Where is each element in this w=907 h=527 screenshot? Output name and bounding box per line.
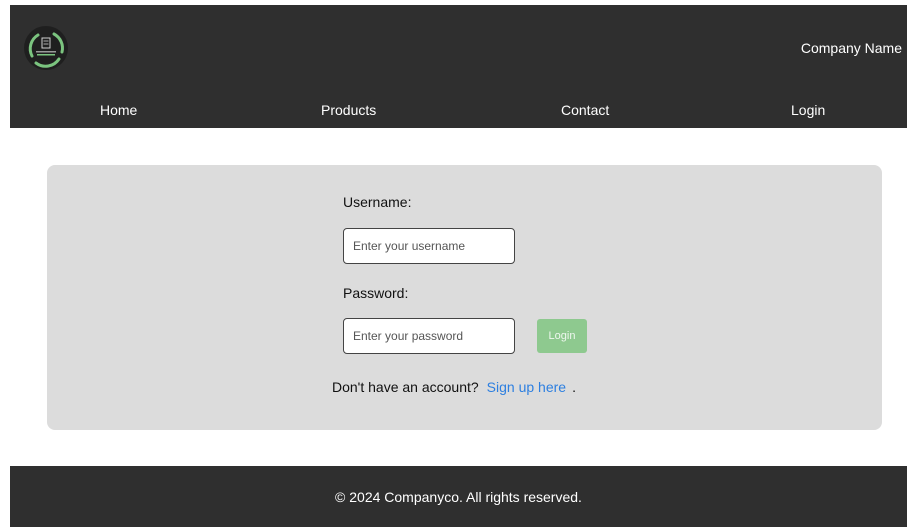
footer-copyright: © 2024 Companyco. All rights reserved. [335, 489, 582, 505]
nav-login-link[interactable]: Login [791, 102, 825, 118]
page: Company Name Home Products Contact Login… [0, 0, 907, 527]
nav-home-link[interactable]: Home [100, 102, 137, 118]
nav-contact-link[interactable]: Contact [561, 102, 609, 118]
login-button[interactable]: Login [537, 319, 587, 353]
login-panel: Username: Password: Login Don't have an … [47, 165, 882, 430]
company-name: Company Name [800, 40, 902, 56]
signup-suffix: . [572, 379, 576, 395]
site-footer: © 2024 Companyco. All rights reserved. [10, 466, 907, 527]
main-nav: Home Products Contact Login [10, 93, 907, 128]
company-logo[interactable] [24, 26, 68, 70]
signup-link[interactable]: Sign up here [487, 379, 566, 395]
username-label: Username: [343, 194, 412, 210]
signup-prompt-line: Don't have an account? Sign up here. [332, 379, 576, 395]
site-header: Company Name Home Products Contact Login [10, 5, 907, 128]
leaf-ring-logo-icon [28, 32, 64, 68]
username-input[interactable] [343, 228, 515, 264]
password-label: Password: [343, 285, 409, 301]
password-input[interactable] [343, 318, 515, 354]
signup-prompt-text: Don't have an account? [332, 379, 479, 395]
nav-products-link[interactable]: Products [321, 102, 376, 118]
